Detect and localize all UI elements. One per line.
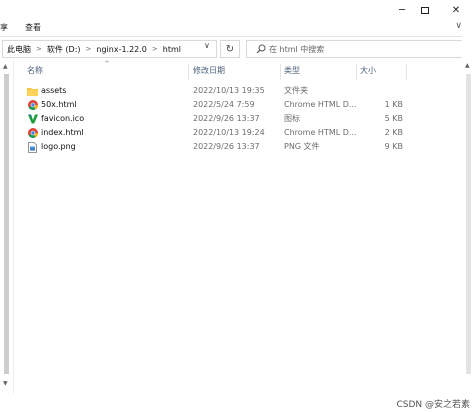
column-header-date[interactable]: 修改日期 [193,64,225,78]
search-box[interactable] [246,40,468,58]
file-size [360,84,403,98]
file-name-cell: favicon.ico [27,112,177,126]
file-name-cell: 50x.html [27,98,177,112]
file-list-scrollbar-thumb[interactable] [466,74,471,374]
file-date: 2022/10/13 19:35 [193,86,265,95]
close-icon: ✕ [451,4,461,16]
search-icon [253,44,269,54]
status-bar: CSDN @安之若素 [0,394,474,412]
breadcrumb-drive-d[interactable]: 软件 (D:) [47,44,81,55]
image-file-icon [27,141,38,153]
file-date: 2022/9/26 13:37 [193,142,260,151]
breadcrumb-html[interactable]: html [163,45,181,54]
scroll-up-arrow-icon[interactable]: ▲ [465,62,470,69]
file-size: 5 KB [384,114,403,123]
file-type: Chrome HTML D... [284,128,357,137]
column-divider[interactable] [356,64,357,80]
file-name-cell: assets [27,84,177,98]
file-size: 1 KB [384,100,403,109]
right-scrollbar: ▲ [462,36,474,394]
nginx-v-icon [27,114,38,125]
ribbon-tabs: 享 查看 ∨ [0,20,474,36]
file-name: index.html [41,128,84,137]
title-bar: ─ ✕ [0,0,474,20]
folder-icon [27,86,38,97]
address-history-dropdown-icon[interactable]: ∨ [204,41,210,50]
file-name-cell: index.html [27,126,177,140]
file-date: 2022/9/26 13:37 [193,114,260,123]
refresh-button[interactable]: ↻ [220,40,240,58]
watermark: CSDN @安之若素 [396,400,470,410]
file-row-logo-png[interactable]: logo.png 2022/9/26 13:37 PNG 文件 9 KB [16,140,436,154]
sort-ascending-icon: ^ [104,60,110,68]
file-row-index-html[interactable]: index.html 2022/10/13 19:24 Chrome HTML … [16,126,436,140]
column-divider[interactable] [188,64,189,80]
maximize-icon [421,6,429,14]
chrome-icon [27,128,38,139]
file-name: assets [41,86,67,95]
search-input[interactable] [269,44,459,54]
address-row: 此电脑 > 软件 (D:) > nginx-1.22.0 > html ∨ ↻ [0,36,474,60]
column-header-size[interactable]: 大小 [360,64,376,78]
file-name: favicon.ico [41,114,85,123]
refresh-icon: ↻ [225,43,235,55]
column-divider[interactable] [280,64,281,80]
navigation-pane: ▲ ▼ [0,60,14,394]
scroll-down-arrow-icon[interactable]: ▼ [3,380,8,387]
breadcrumb-separator-icon[interactable]: > [86,45,92,53]
file-name: logo.png [41,142,76,151]
minimize-icon: ─ [398,4,406,16]
breadcrumb[interactable]: 此电脑 > 软件 (D:) > nginx-1.22.0 > html [2,40,217,58]
column-header-name[interactable]: 名称 [27,64,43,78]
file-name-cell: logo.png [27,140,177,154]
column-header-row: 名称 ^ 修改日期 类型 大小 [16,60,460,80]
column-header-type[interactable]: 类型 [284,64,300,78]
breadcrumb-nginx[interactable]: nginx-1.22.0 [96,45,147,54]
maximize-button[interactable] [410,0,440,20]
navigation-scrollbar-thumb[interactable] [4,74,9,374]
scroll-up-arrow-icon[interactable]: ▲ [3,63,8,70]
file-type: 图标 [284,114,300,123]
file-row-favicon-ico[interactable]: favicon.ico 2022/9/26 13:37 图标 5 KB [16,112,436,126]
file-size: 9 KB [384,142,403,151]
column-divider[interactable] [406,64,407,80]
file-row-assets[interactable]: assets 2022/10/13 19:35 文件夹 [16,84,436,98]
file-type: PNG 文件 [284,142,320,151]
file-date: 2022/10/13 19:24 [193,128,265,137]
file-type: 文件夹 [284,86,308,95]
file-type: Chrome HTML D... [284,100,357,109]
breadcrumb-this-pc[interactable]: 此电脑 [7,44,31,55]
file-row-50x-html[interactable]: 50x.html 2022/5/24 7:59 Chrome HTML D...… [16,98,436,112]
file-list: 名称 ^ 修改日期 类型 大小 assets 2022/10/13 19:35 … [16,60,460,394]
breadcrumb-separator-icon[interactable]: > [152,45,158,53]
breadcrumb-separator-icon[interactable]: > [36,45,42,53]
file-name: 50x.html [41,100,77,109]
chrome-icon [27,100,38,111]
file-size: 2 KB [384,128,403,137]
file-date: 2022/5/24 7:59 [193,100,255,109]
ribbon-expand-icon[interactable]: ∨ [455,21,462,31]
tab-view[interactable]: 查看 [25,22,41,33]
tab-share[interactable]: 享 [0,22,8,33]
close-button[interactable]: ✕ [441,0,471,20]
